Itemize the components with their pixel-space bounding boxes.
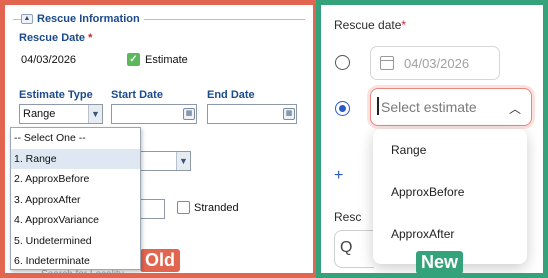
search-icon: Q <box>340 239 353 256</box>
estimate-type-dropdown: -- Select One -- 1. Range 2. ApproxBefore 3… <box>10 127 141 270</box>
estimate-type-label: Estimate Type <box>19 89 93 101</box>
rescue-date-value: 04/03/2026 <box>21 54 77 66</box>
location-search-input[interactable]: Q <box>334 230 374 268</box>
old-tag: Old <box>140 249 180 272</box>
chevron-up-icon[interactable]: ︿ <box>509 100 521 117</box>
section-legend: ▲ Rescue Information <box>21 13 144 25</box>
dropdown-option[interactable]: 3. ApproxAfter <box>11 190 140 211</box>
date-value: 04/03/2026 <box>404 56 470 71</box>
end-date-label: End Date <box>207 89 255 101</box>
estimate-select[interactable]: Select estimate ︿ <box>370 88 532 126</box>
estimate-type-value: Range <box>23 108 56 120</box>
end-date-input[interactable]: ▦ <box>207 104 297 124</box>
collapse-up-icon[interactable]: ▲ <box>21 14 33 24</box>
estimate-radio[interactable] <box>335 101 350 116</box>
calendar-icon[interactable]: ▦ <box>183 108 195 120</box>
new-tag: New <box>416 251 464 273</box>
section-header: ▲ Rescue Information <box>13 13 305 25</box>
start-date-input[interactable]: ▦ <box>111 104 197 124</box>
date-input[interactable]: 04/03/2026 <box>370 46 500 80</box>
chevron-down-icon[interactable]: ▼ <box>88 105 102 123</box>
calendar-icon <box>380 56 394 70</box>
dropdown-option[interactable]: 2. ApproxBefore <box>11 169 140 190</box>
dropdown-option[interactable]: -- Select One -- <box>11 128 140 149</box>
start-date-label: Start Date <box>111 89 163 101</box>
estimate-checkbox[interactable]: ✓ <box>127 53 140 66</box>
estimate-placeholder: Select estimate <box>381 99 477 115</box>
rescue-date-label-text: Rescue Date <box>19 32 86 44</box>
rescue-location-label-partial: Resc <box>334 210 362 224</box>
text-cursor <box>377 97 379 115</box>
old-design-panel: ▲ Rescue Information Rescue Date * 04/03… <box>0 0 318 278</box>
estimate-options-menu: Range ApproxBefore ApproxAfter <box>373 129 527 264</box>
dropdown-option[interactable]: 6. Indeterminate <box>11 251 140 272</box>
stranded-checkbox[interactable] <box>177 201 190 214</box>
chevron-down-icon[interactable]: ▼ <box>176 152 190 170</box>
dropdown-option[interactable]: 5. Undetermined <box>11 231 140 252</box>
stranded-label: Stranded <box>194 202 239 214</box>
calendar-icon[interactable]: ▦ <box>283 108 295 120</box>
required-mark: * <box>88 32 93 44</box>
estimate-label: Estimate <box>145 54 188 66</box>
exact-date-radio[interactable] <box>335 55 350 70</box>
rescue-date-label-text: Rescue date <box>334 18 402 32</box>
rescue-date-label: Rescue Date * <box>19 32 92 44</box>
add-icon[interactable]: + <box>334 167 343 185</box>
estimate-option[interactable]: Range <box>373 137 527 179</box>
new-design-panel: Rescue date* 04/03/2026 Select estimate … <box>316 0 548 278</box>
rescue-date-label: Rescue date* <box>334 18 406 32</box>
estimate-type-select[interactable]: Range ▼ <box>19 104 103 124</box>
required-mark: * <box>401 18 407 32</box>
dropdown-option[interactable]: 4. ApproxVariance <box>11 210 140 231</box>
section-title: Rescue Information <box>37 13 140 25</box>
dropdown-option[interactable]: 1. Range <box>11 148 140 169</box>
estimate-option[interactable]: ApproxBefore <box>373 179 527 221</box>
